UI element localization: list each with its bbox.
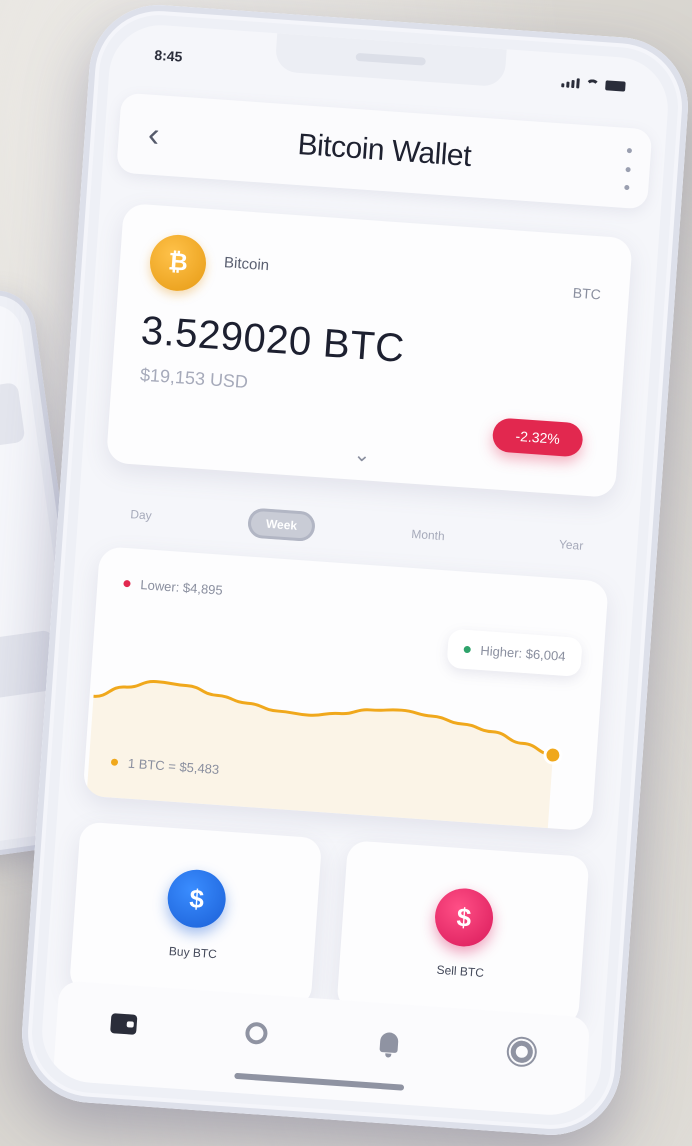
home-indicator[interactable] xyxy=(234,1072,405,1091)
dollar-icon: $ xyxy=(433,886,495,949)
tab-day[interactable]: Day xyxy=(111,498,170,532)
notch xyxy=(274,33,507,88)
chevron-down-icon[interactable]: ⌄ xyxy=(350,443,373,467)
balance-card: ₿ Bitcoin BTC 3.529020 BTC $19,153 USD -… xyxy=(105,202,633,498)
tab-year[interactable]: Year xyxy=(540,528,602,562)
balance-amount: 3.529020 BTC xyxy=(139,308,407,371)
tab-month[interactable]: Month xyxy=(392,518,463,553)
wallet-icon xyxy=(109,1013,137,1035)
background-block xyxy=(0,382,26,454)
phone-screen: 8:45 ‹ Bitcoin Wallet ₿ Bitcoin BTC 3.52… xyxy=(38,21,672,1119)
high-dot-icon xyxy=(463,645,471,654)
change-badge: -2.32% xyxy=(491,417,584,458)
status-icons xyxy=(561,77,626,92)
sell-label: Sell BTC xyxy=(436,962,485,980)
price-point xyxy=(543,745,563,765)
balance-usd: $19,153 USD xyxy=(139,364,249,393)
tab-settings[interactable] xyxy=(503,1034,539,1070)
price-area xyxy=(86,681,553,829)
tab-wallet[interactable] xyxy=(105,1006,141,1042)
high-label: Higher: $6,004 xyxy=(479,642,567,664)
page-title: Bitcoin Wallet xyxy=(296,128,473,174)
tab-notifications[interactable] xyxy=(370,1024,406,1060)
phone-frame: 8:45 ‹ Bitcoin Wallet ₿ Bitcoin BTC 3.52… xyxy=(17,0,692,1140)
coin-ticker: BTC xyxy=(572,284,602,303)
dollar-icon: $ xyxy=(165,867,228,930)
chevron-left-icon: ‹ xyxy=(146,115,161,155)
battery-icon xyxy=(605,80,626,92)
wifi-icon xyxy=(585,78,600,90)
buy-btc-button[interactable]: $ Buy BTC xyxy=(68,821,323,1008)
price-chart-card: Lower: $4,895 Higher: $6,004 1 BTC = $5,… xyxy=(82,546,609,832)
rate-dot-icon xyxy=(110,758,119,766)
more-options-button[interactable] xyxy=(620,147,635,191)
bitcoin-icon: ₿ xyxy=(148,233,208,293)
app-header: ‹ Bitcoin Wallet xyxy=(116,92,653,210)
tab-week[interactable]: Week xyxy=(246,507,317,543)
back-button[interactable]: ‹ xyxy=(136,115,172,155)
bell-icon xyxy=(378,1031,399,1054)
tab-explore[interactable] xyxy=(238,1015,274,1051)
signal-icon xyxy=(561,77,580,89)
status-time: 8:45 xyxy=(153,46,183,65)
compass-icon xyxy=(244,1021,268,1045)
coin-name: Bitcoin xyxy=(223,254,270,275)
speaker xyxy=(355,52,426,66)
sell-btc-button[interactable]: $ Sell BTC xyxy=(336,840,590,1027)
low-dot-icon xyxy=(123,579,131,588)
gear-icon xyxy=(509,1040,534,1064)
buy-label: Buy BTC xyxy=(168,943,218,962)
